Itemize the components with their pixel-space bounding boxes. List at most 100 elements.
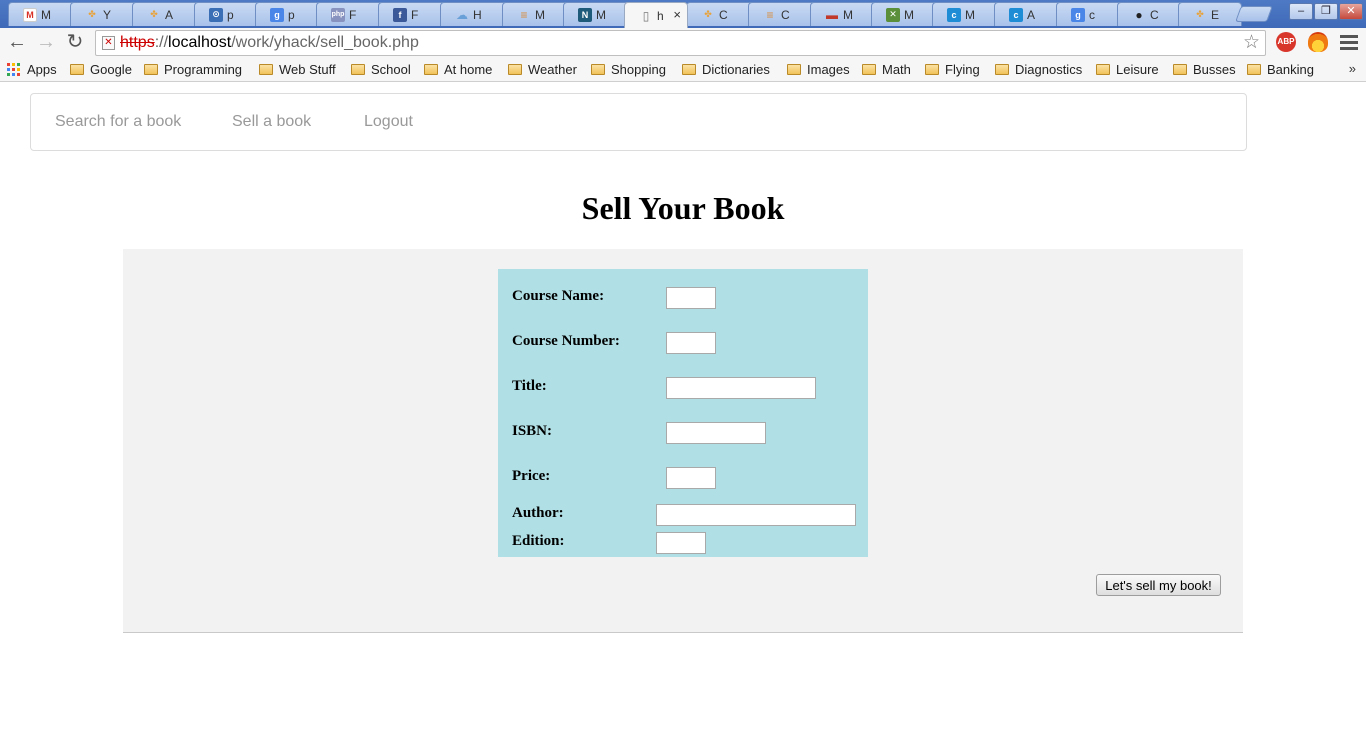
tab-title: F: [349, 7, 357, 22]
browser-tab[interactable]: c A: [994, 2, 1064, 26]
bookmark-label: Flying: [945, 62, 980, 77]
close-tab-icon[interactable]: ×: [673, 7, 681, 22]
bookmark-folder[interactable]: Programming: [144, 62, 242, 77]
new-tab-button[interactable]: [1235, 6, 1273, 22]
tab-title: M: [535, 7, 545, 22]
price-input[interactable]: [666, 467, 716, 489]
bookmark-label: Diagnostics: [1015, 62, 1083, 77]
bookmark-folder[interactable]: Diagnostics: [995, 62, 1082, 77]
bookmark-folder[interactable]: At home: [424, 62, 492, 77]
mysql-icon: N: [578, 7, 592, 22]
course-number-label: Course Number:: [512, 333, 620, 349]
course-number-input[interactable]: [666, 332, 716, 354]
url-host: localhost: [168, 34, 232, 51]
bookmark-label: Busses: [1193, 62, 1236, 77]
tab-title: M: [965, 7, 975, 22]
minimize-button[interactable]: –: [1289, 3, 1313, 20]
bookmarks-bar: Apps Google Programming Web Stuff School…: [0, 58, 1366, 82]
folder-icon: [1096, 64, 1110, 75]
address-bar[interactable]: ✕ https://localhost/work/yhack/sell_book…: [95, 30, 1266, 56]
browser-tab[interactable]: ≡ M: [502, 2, 572, 26]
fire-extension-icon[interactable]: [1308, 32, 1328, 52]
pinwheel-icon: ✤: [88, 9, 96, 19]
nav-search-link[interactable]: Search for a book: [55, 113, 181, 131]
browser-tab[interactable]: ✤ E: [1178, 2, 1242, 26]
browser-tab[interactable]: ● C: [1117, 2, 1187, 26]
adblock-icon[interactable]: ABP: [1276, 32, 1296, 52]
browser-tab[interactable]: ✤ Y: [70, 2, 140, 26]
tab-title: F: [411, 7, 419, 22]
bookmark-folder[interactable]: Weather: [508, 62, 577, 77]
close-window-button[interactable]: ✕: [1339, 3, 1363, 20]
browser-tab[interactable]: php F: [316, 2, 386, 26]
folder-icon: [1173, 64, 1187, 75]
browser-tab[interactable]: f F: [378, 2, 448, 26]
more-bookmarks-icon[interactable]: »: [1349, 61, 1356, 76]
tab-title: M: [596, 7, 606, 22]
browser-tab[interactable]: ▬ M: [810, 2, 880, 26]
bookmark-label: Apps: [27, 62, 57, 77]
browser-tab[interactable]: N M: [563, 2, 633, 26]
nav-sell-link[interactable]: Sell a book: [232, 113, 311, 131]
browser-tab[interactable]: ✤ C: [686, 2, 756, 26]
restore-button[interactable]: ❐: [1314, 3, 1338, 20]
sell-book-submit-button[interactable]: Let's sell my book!: [1096, 574, 1221, 596]
bookmark-label: Google: [90, 62, 132, 77]
browser-tab[interactable]: M M: [8, 2, 78, 26]
tab-title: H: [473, 7, 482, 22]
bookmark-label: Banking: [1267, 62, 1314, 77]
forward-button[interactable]: →: [34, 31, 58, 55]
bookmark-label: Weather: [528, 62, 577, 77]
bookmark-folder[interactable]: Images: [787, 62, 850, 77]
nav-logout-link[interactable]: Logout: [364, 113, 413, 131]
back-button[interactable]: ←: [5, 31, 29, 55]
title-input[interactable]: [666, 377, 816, 399]
map-icon: ✕: [886, 7, 900, 22]
bookmark-folder[interactable]: Leisure: [1096, 62, 1159, 77]
c-icon: c: [1009, 7, 1023, 22]
bookmark-folder[interactable]: Web Stuff: [259, 62, 336, 77]
bookmark-folder[interactable]: Google: [70, 62, 132, 77]
browser-tab[interactable]: ☁ H: [440, 2, 510, 26]
browser-tab[interactable]: ⊙ p: [194, 2, 264, 26]
google-icon: g: [1071, 7, 1085, 22]
php-icon: php: [331, 7, 345, 22]
tab-title: C: [1150, 7, 1159, 22]
browser-tab[interactable]: ≡ C: [748, 2, 818, 26]
bookmark-folder[interactable]: Shopping: [591, 62, 666, 77]
reload-button[interactable]: ↻: [63, 31, 87, 55]
bookmark-star-icon[interactable]: ☆: [1243, 31, 1260, 55]
bookmark-label: Leisure: [1116, 62, 1159, 77]
tab-title: M: [904, 7, 914, 22]
bookmark-folder[interactable]: Flying: [925, 62, 980, 77]
bookmark-folder[interactable]: School: [351, 62, 411, 77]
isbn-input[interactable]: [666, 422, 766, 444]
author-label: Author:: [512, 505, 564, 521]
browser-tab[interactable]: g p: [255, 2, 325, 26]
bookmark-apps[interactable]: Apps: [7, 62, 57, 77]
bookmark-folder[interactable]: Dictionaries: [682, 62, 770, 77]
shield-icon: ⊙: [209, 7, 223, 22]
bookmark-folder[interactable]: Math: [862, 62, 911, 77]
tab-title: C: [781, 7, 790, 22]
browser-tab-active[interactable]: ▯ h ×: [624, 2, 688, 28]
folder-icon: [591, 64, 605, 75]
tab-title: M: [41, 7, 51, 22]
folder-icon: [787, 64, 801, 75]
page-title: Sell Your Book: [581, 190, 785, 226]
bookmark-folder[interactable]: Banking: [1247, 62, 1314, 77]
chrome-menu-icon[interactable]: [1340, 33, 1358, 51]
bookmark-folder[interactable]: Busses: [1173, 62, 1236, 77]
url-separator: ://: [154, 34, 169, 51]
browser-tab[interactable]: ✤ A: [132, 2, 202, 26]
bookmark-label: School: [371, 62, 411, 77]
browser-tab[interactable]: c M: [932, 2, 1002, 26]
browser-tab[interactable]: g c: [1056, 2, 1126, 26]
insecure-lock-icon[interactable]: ✕: [102, 36, 115, 50]
edition-label: Edition:: [512, 533, 565, 549]
author-input[interactable]: [656, 504, 856, 526]
course-name-label: Course Name:: [512, 288, 605, 304]
course-name-input[interactable]: [666, 287, 716, 309]
browser-tab[interactable]: ✕ M: [871, 2, 941, 26]
edition-input[interactable]: [656, 532, 706, 554]
